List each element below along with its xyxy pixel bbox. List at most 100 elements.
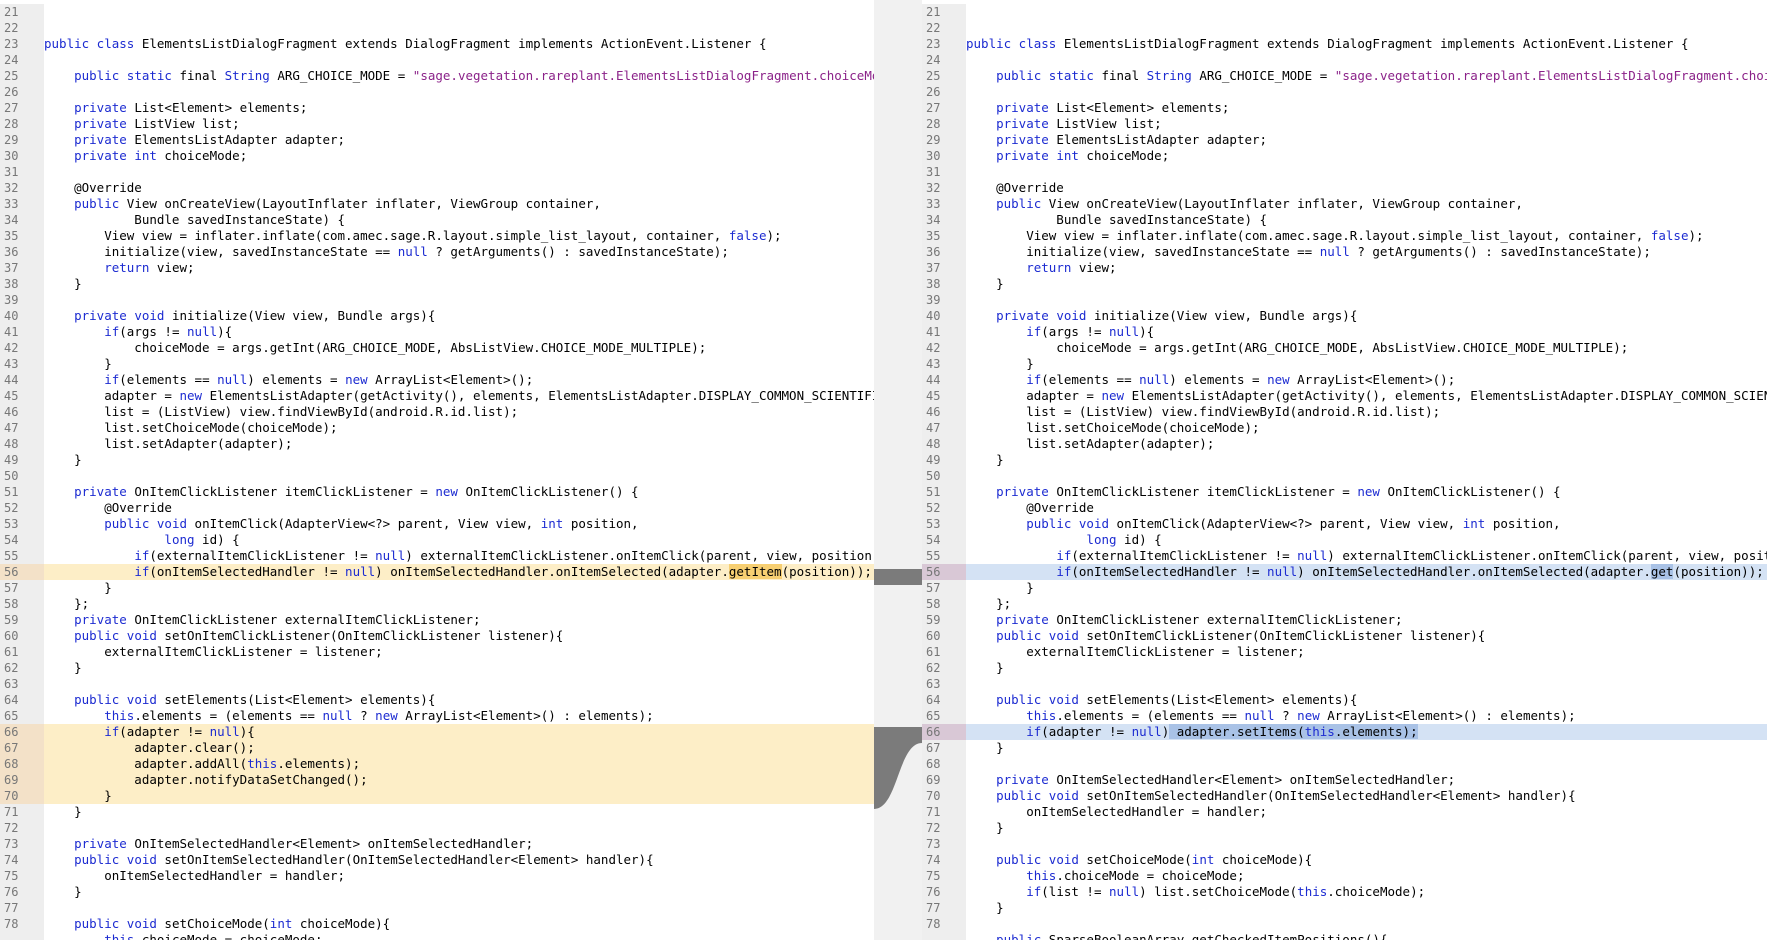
code-line: 39 xyxy=(922,292,1767,308)
code-token: final xyxy=(171,68,225,83)
code-token: setElements(List<Element> elements){ xyxy=(156,692,436,707)
code-line: 50 xyxy=(0,468,874,484)
code-token: } xyxy=(44,580,112,595)
line-number: 69 xyxy=(0,772,44,788)
code-line: 42 choiceMode = args.getInt(ARG_CHOICE_M… xyxy=(0,340,874,356)
code-token: externalItemClickListener = listener; xyxy=(44,644,383,659)
code-token: adapter = xyxy=(966,388,1102,403)
line-number: 68 xyxy=(922,756,966,772)
code-token: view; xyxy=(1071,260,1117,275)
code-token: ){ xyxy=(239,724,255,739)
code-text: @Override xyxy=(44,500,172,516)
code-token: public static xyxy=(996,68,1094,83)
code-token: final xyxy=(1093,68,1147,83)
code-line: 71 } xyxy=(0,804,874,820)
code-token: ArrayList<Element>() : elements); xyxy=(397,708,654,723)
code-token: list.setChoiceMode(choiceMode); xyxy=(44,420,338,435)
code-token: public void xyxy=(74,628,157,643)
line-number: 70 xyxy=(922,788,966,804)
diff-highlight-token: get xyxy=(1650,564,1674,579)
code-token: private xyxy=(74,116,127,131)
code-line: 47 list.setChoiceMode(choiceMode); xyxy=(922,420,1767,436)
code-token: choiceMode){ xyxy=(1214,852,1313,867)
code-text: public void setOnItemSelectedHandler(OnI… xyxy=(966,788,1576,804)
line-number: 42 xyxy=(922,340,966,356)
code-line: 33 public View onCreateView(LayoutInflat… xyxy=(0,196,874,212)
right-code-pane[interactable]: 21 22 23 public class ElementsListDialogFra… xyxy=(922,0,1767,940)
code-text: } xyxy=(44,276,82,292)
code-text: if(adapter != null){ xyxy=(44,724,255,740)
code-token: } xyxy=(966,900,1004,915)
left-code-pane[interactable]: 21 22 23 public class ElementsListDialogFra… xyxy=(0,0,874,940)
code-text: if(externalItemClickListener != null) ex… xyxy=(44,548,874,564)
code-token: this xyxy=(1297,884,1328,899)
line-number: 45 xyxy=(0,388,44,404)
line-number: 33 xyxy=(922,196,966,212)
code-token: if xyxy=(1056,564,1072,579)
code-line: 35 View view = inflater.inflate(com.amec… xyxy=(922,228,1767,244)
line-number: 38 xyxy=(922,276,966,292)
code-text: } xyxy=(44,884,82,900)
code-token: public void xyxy=(74,916,157,931)
line-number: 75 xyxy=(0,868,44,884)
code-token: choiceMode = args.getInt(ARG_CHOICE_MODE… xyxy=(966,340,1629,355)
line-number: 25 xyxy=(922,68,966,84)
code-token: } xyxy=(44,788,112,803)
code-line: 60 public void setOnItemClickListener(On… xyxy=(922,628,1767,644)
code-line: 58 }; xyxy=(0,596,874,612)
code-token: setOnItemClickListener(OnItemClickListen… xyxy=(156,628,564,643)
line-number: 70 xyxy=(0,788,44,804)
code-token: ) onItemSelectedHandler.onItemSelected(a… xyxy=(375,564,729,579)
code-line: 73 xyxy=(922,836,1767,852)
code-token: adapter.addAll( xyxy=(44,756,248,771)
line-number: 48 xyxy=(0,436,44,452)
code-text: @Override xyxy=(44,180,142,196)
code-token: position, xyxy=(1485,516,1561,531)
line-number: 31 xyxy=(922,164,966,180)
code-token: "sage.vegetation.rareplant.ElementsListD… xyxy=(412,68,874,83)
code-token: int xyxy=(1462,516,1486,531)
code-text: private int choiceMode; xyxy=(966,148,1169,164)
code-line: 68 xyxy=(922,756,1767,772)
code-token: private xyxy=(996,100,1049,115)
code-token: (args != xyxy=(119,324,188,339)
code-text: externalItemClickListener = listener; xyxy=(966,644,1304,660)
line-number: 24 xyxy=(0,52,44,68)
code-text: if(onItemSelectedHandler != null) onItem… xyxy=(44,564,872,580)
line-number: 68 xyxy=(0,756,44,772)
code-token: private xyxy=(74,612,127,627)
code-text: @Override xyxy=(966,180,1064,196)
line-number: 69 xyxy=(922,772,966,788)
code-text: adapter.clear(); xyxy=(44,740,254,756)
code-token: public void xyxy=(74,852,157,867)
code-token: if xyxy=(134,564,150,579)
code-token: (externalItemClickListener != xyxy=(149,548,376,563)
code-token: int xyxy=(1191,852,1215,867)
code-line: 61 externalItemClickListener = listener; xyxy=(922,644,1767,660)
code-text: this.choiceMode = choiceMode; xyxy=(44,932,322,940)
code-text: public static final String ARG_CHOICE_MO… xyxy=(966,68,1767,84)
code-line: 76 } xyxy=(0,884,874,900)
code-text: adapter = new ElementsListAdapter(getAct… xyxy=(966,388,1767,404)
code-text: list = (ListView) view.findViewById(andr… xyxy=(44,404,518,420)
line-number: 39 xyxy=(922,292,966,308)
code-line: 53 public void onItemClick(AdapterView<?… xyxy=(0,516,874,532)
code-token: OnItemClickListener itemClickListener = xyxy=(1048,484,1358,499)
code-line: 70 public void setOnItemSelectedHandler(… xyxy=(922,788,1767,804)
code-line: 28 private ListView list; xyxy=(922,116,1767,132)
code-token: initialize(view, savedInstanceState == xyxy=(966,244,1320,259)
code-text: public void setOnItemClickListener(OnIte… xyxy=(966,628,1485,644)
code-token: View view = inflater.inflate(com.amec.sa… xyxy=(966,228,1651,243)
line-number: 41 xyxy=(922,324,966,340)
code-token: OnItemClickListener() { xyxy=(1379,484,1561,499)
